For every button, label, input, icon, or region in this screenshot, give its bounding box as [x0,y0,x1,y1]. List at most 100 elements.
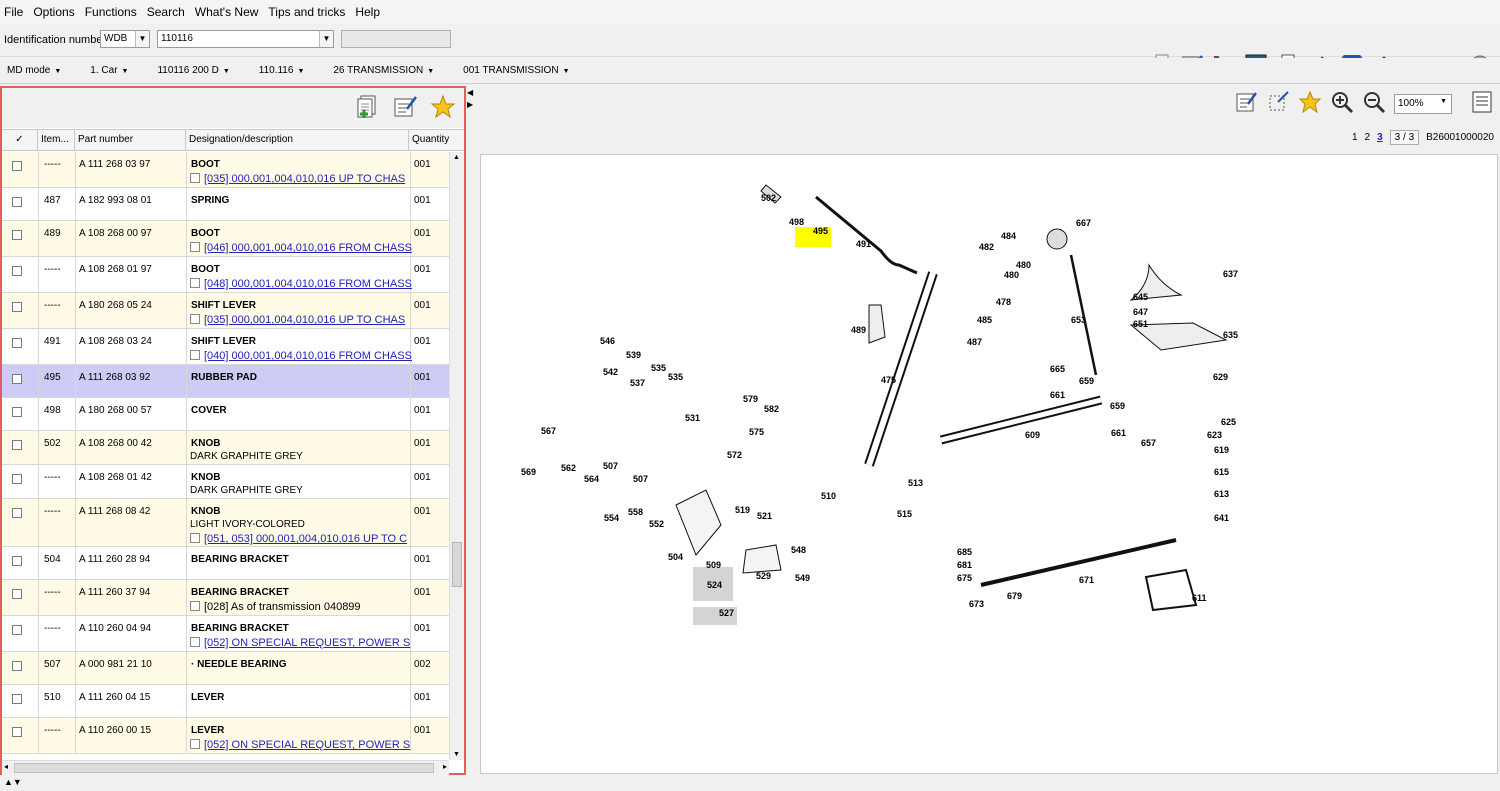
callout-label[interactable]: 667 [1076,218,1091,228]
table-row[interactable]: 502 A 108 268 00 42 KNOB 001 DARK GRAPHITE G… [2,431,449,465]
menu-item[interactable]: Tips and tricks [268,5,345,19]
edit-notes-icon[interactable] [392,94,418,123]
menu-item[interactable]: Search [147,5,185,19]
callout-label[interactable]: 611 [1192,593,1207,603]
callout-label[interactable]: 510 [821,491,836,501]
footnote-link[interactable]: [052] ON SPECIAL REQUEST, POWER S [190,637,410,649]
callout-label[interactable]: 562 [561,463,576,473]
chevron-down-icon[interactable]: ▼ [297,68,304,75]
footnote-link[interactable]: [051, 053] 000,001,004,010,016 UP TO C [190,533,407,545]
table-row[interactable]: ----- A 111 268 03 97 BOOT 001 [035] 000,001… [2,152,449,188]
breadcrumb-item[interactable]: 110116 200 D ▼ [157,65,229,76]
callout-label[interactable]: 527 [719,608,734,618]
callout-label[interactable]: 478 [996,297,1011,307]
row-checkbox[interactable] [12,661,22,671]
chevron-down-icon[interactable]: ▼ [135,31,149,47]
row-checkbox[interactable] [12,266,22,276]
menu-item[interactable]: Functions [85,5,137,19]
menu-item[interactable]: What's New [195,5,259,19]
table-row[interactable]: ----- A 110 260 00 15 LEVER 001 [052] ON SPE… [2,718,449,754]
row-checkbox[interactable] [12,589,22,599]
row-checkbox[interactable] [12,407,22,417]
menu-item[interactable]: Help [355,5,380,19]
callout-label[interactable]: 579 [743,394,758,404]
callout-label[interactable]: 537 [630,378,645,388]
row-checkbox[interactable] [12,161,22,171]
callout-label[interactable]: 675 [957,573,972,583]
add-to-list-icon[interactable] [354,94,380,123]
callout-label[interactable]: 645 [1133,292,1148,302]
callout-label[interactable]: 629 [1213,372,1228,382]
callout-label[interactable]: 487 [967,337,982,347]
expand-collapse-icon[interactable]: ▲▼ [4,777,22,787]
callout-label[interactable]: 625 [1221,417,1236,427]
callout-label[interactable]: 535 [651,363,666,373]
table-row[interactable]: 495 A 111 268 03 92 RUBBER PAD 001 [2,365,449,398]
callout-label[interactable]: 549 [795,573,810,583]
page-view-icon[interactable] [1470,90,1494,117]
table-row[interactable]: ----- A 108 268 01 42 KNOB 001 DARK GRAPHITE… [2,465,449,499]
table-row[interactable]: 504 A 111 260 28 94 BEARING BRACKET 001 [2,547,449,580]
edit-notes-icon[interactable] [1234,90,1258,117]
zoom-select[interactable]: 100% ▼ [1394,93,1452,114]
prefix-select[interactable]: WDB ▼ [100,30,150,48]
row-checkbox[interactable] [12,694,22,704]
callout-label[interactable]: 509 [706,560,721,570]
table-row[interactable]: 498 A 180 268 00 57 COVER 001 [2,398,449,431]
callout-label[interactable]: 567 [541,426,556,436]
zoom-in-icon[interactable] [1330,90,1354,117]
callout-label[interactable]: 651 [1133,319,1148,329]
callout-label[interactable]: 609 [1025,430,1040,440]
row-checkbox[interactable] [12,197,22,207]
callout-label[interactable]: 671 [1079,575,1094,585]
footnote-link[interactable]: [035] 000,001,004,010,016 UP TO CHAS [190,314,405,326]
table-row[interactable]: ----- A 108 268 01 97 BOOT 001 [048] 000,001… [2,257,449,293]
row-checkbox[interactable] [12,440,22,450]
callout-label[interactable]: 489 [851,325,866,335]
callout-label[interactable]: 647 [1133,307,1148,317]
breadcrumb-item[interactable]: MD mode ▼ [7,65,61,76]
callout-label[interactable]: 507 [633,474,648,484]
callout-label[interactable]: 665 [1050,364,1065,374]
scroll-left-icon[interactable]: ◂ [4,762,8,771]
scroll-up-icon[interactable]: ▲ [453,154,460,161]
callout-label[interactable]: 552 [649,519,664,529]
callout-label[interactable]: 685 [957,547,972,557]
row-checkbox[interactable] [12,508,22,518]
callout-label[interactable]: 531 [685,413,700,423]
callout-label[interactable]: 635 [1223,330,1238,340]
callout-label[interactable]: 480 [1016,260,1031,270]
callout-label[interactable]: 502 [761,193,776,203]
callout-label[interactable]: 513 [908,478,923,488]
callout-label[interactable]: 491 [856,239,871,249]
row-checkbox[interactable] [12,230,22,240]
table-row[interactable]: 510 A 111 260 04 15 LEVER 001 [2,685,449,718]
chevron-down-icon[interactable]: ▼ [319,31,333,47]
part-number-column-header[interactable]: Part number [75,130,186,150]
callout-label[interactable]: 575 [749,427,764,437]
chevron-down-icon[interactable]: ▼ [54,68,61,75]
callout-label[interactable]: 661 [1050,390,1065,400]
chevron-down-icon[interactable]: ▼ [563,68,570,75]
callout-label[interactable]: 564 [584,474,599,484]
callout-label[interactable]: 681 [957,560,972,570]
select-all-column[interactable]: ✓ [2,130,38,150]
chevron-down-icon[interactable]: ▼ [1440,98,1447,105]
id-number-combo[interactable]: 110116 ▼ [157,30,334,48]
footnote-link[interactable]: [052] ON SPECIAL REQUEST, POWER S [190,739,410,751]
callout-label[interactable]: 542 [603,367,618,377]
callout-label[interactable]: 535 [668,372,683,382]
menu-item[interactable]: Options [33,5,74,19]
callout-label[interactable]: 507 [603,461,618,471]
footnote-link[interactable]: [046] 000,001,004,010,016 FROM CHASS [190,242,412,254]
callout-label[interactable]: 679 [1007,591,1022,601]
zoom-out-icon[interactable] [1362,90,1386,117]
callout-label[interactable]: 480 [1004,270,1019,280]
callout-label[interactable]: 529 [756,571,771,581]
favorite-star-icon[interactable] [430,94,456,123]
callout-label[interactable]: 548 [791,545,806,555]
row-checkbox[interactable] [12,374,22,384]
callout-label[interactable]: 484 [1001,231,1016,241]
callout-label[interactable]: 582 [764,404,779,414]
vertical-scrollbar[interactable]: ▲ ▼ [449,152,464,760]
